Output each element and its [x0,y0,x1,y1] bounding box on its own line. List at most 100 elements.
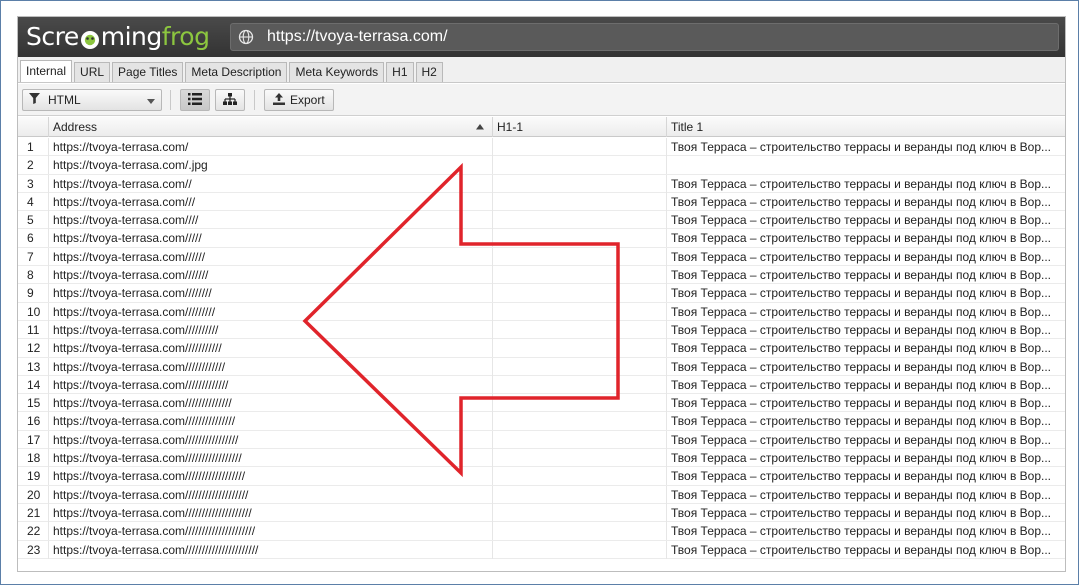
table-row[interactable]: 20 https://tvoya-terrasa.com/////////////… [18,485,1065,504]
row-number-cell: 14 [18,375,49,394]
address-cell: https://tvoya-terrasa.com//////// [49,284,493,303]
address-cell: https://tvoya-terrasa.com///////////////… [49,449,493,468]
address-cell: https://tvoya-terrasa.com///////////////… [49,503,493,522]
h1-cell [493,467,667,486]
title-cell: Твоя Терраса – строительство террасы и в… [671,505,1052,520]
table-row[interactable]: 16 https://tvoya-terrasa.com/////////////… [18,412,1065,431]
row-number-cell: 9 [18,284,49,303]
address-cell: https://tvoya-terrasa.com///////////////… [49,540,493,559]
row-number-cell: 15 [18,394,49,413]
results-table: Address H1-1 Title 1 1 https://tvoya-terr… [18,117,1065,571]
address-cell: https://tvoya-terrasa.com///////////////… [49,430,493,449]
address-cell: https://tvoya-terrasa.com///// [49,229,493,248]
table-row[interactable]: 10 https://tvoya-terrasa.com///////// Твоя… [18,302,1065,321]
header-h1[interactable]: H1-1 [493,117,667,137]
address-cell: https://tvoya-terrasa.com///////////// [49,375,493,394]
table-row[interactable]: 21 https://tvoya-terrasa.com/////////////… [18,503,1065,523]
table-row[interactable]: 15 https://tvoya-terrasa.com/////////////… [18,394,1065,413]
address-cell: https://tvoya-terrasa.com////////////// [49,394,493,413]
screaming-frog-window: Scre ming frog https://tvoya-terrasa.com… [17,16,1066,572]
row-number-cell: 5 [18,211,49,230]
table-row[interactable]: 1 https://tvoya-terrasa.com/Твоя Терраса … [18,138,1065,157]
table-row[interactable]: 9 https://tvoya-terrasa.com//////// Твоя Т… [18,284,1065,303]
tree-view-button[interactable] [215,89,245,111]
filter-icon [29,93,40,107]
table-row[interactable]: 22 https://tvoya-terrasa.com/////////////… [18,522,1065,541]
address-cell: https://tvoya-terrasa.com// [49,174,493,193]
app-logo: Scre ming frog [26,21,210,51]
h1-cell [493,357,667,376]
row-number-cell: 13 [18,357,49,376]
address-cell: https://tvoya-terrasa.com/////////// [49,339,493,358]
address-cell: https://tvoya-terrasa.com/////////////// [49,412,493,431]
tab-h1[interactable]: H1 [386,62,414,82]
address-cell: https://tvoya-terrasa.com///////////////… [49,522,493,541]
h1-cell [493,485,667,504]
title-cell: Твоя Терраса – строительство террасы и в… [671,377,1052,392]
tab-h2[interactable]: H2 [415,62,443,82]
title-cell: Твоя Терраса – строительство террасы и в… [671,176,1052,191]
tab-meta-keywords[interactable]: Meta Keywords [289,62,385,82]
h1-cell [493,375,667,394]
row-number-cell: 10 [18,302,49,321]
row-number-cell: 6 [18,229,49,248]
filter-dropdown[interactable]: HTML [22,89,162,111]
h1-cell [493,266,667,285]
filter-value: HTML [48,93,81,107]
address-cell: https://tvoya-terrasa.com/ [49,138,493,156]
h1-cell [493,540,667,559]
export-button[interactable]: Export [264,89,334,111]
header-address[interactable]: Address [49,117,493,137]
title-cell: Твоя Терраса – строительство террасы и в… [671,249,1052,264]
address-cell: https://tvoya-terrasa.com/.jpg [49,156,493,175]
title-cell: Твоя Терраса – строительство террасы и в… [671,396,1052,411]
row-number-cell: 7 [18,247,49,266]
url-bar[interactable]: https://tvoya-terrasa.com/ [230,23,1059,51]
table-row[interactable]: 12 https://tvoya-terrasa.com/////////// Тв… [18,339,1065,358]
h1-cell [493,394,667,413]
title-cell: Твоя Терраса – строительство террасы и в… [671,414,1052,429]
h1-cell [493,302,667,321]
table-header: Address H1-1 Title 1 [18,117,1065,137]
title-cell: Твоя Терраса – строительство террасы и в… [671,432,1052,447]
table-row[interactable]: 11 https://tvoya-terrasa.com////////// Тво… [18,320,1065,340]
table-row[interactable]: 13 https://tvoya-terrasa.com//////////// Т… [18,357,1065,376]
h1-cell [493,192,667,211]
tab-bar: Internal URL Page Titles Meta Descriptio… [18,57,1065,83]
top-bar: Scre ming frog https://tvoya-terrasa.com… [18,17,1065,57]
row-number-cell: 16 [18,412,49,431]
table-row[interactable]: 2 https://tvoya-terrasa.com/.jpg [18,156,1065,175]
tab-internal[interactable]: Internal [20,60,73,82]
h1-cell [493,503,667,522]
table-row[interactable]: 5 https://tvoya-terrasa.com//// Твоя Терра… [18,211,1065,230]
row-number-cell: 8 [18,266,49,285]
table-row[interactable]: 23 https://tvoya-terrasa.com/////////////… [18,540,1065,559]
address-cell: https://tvoya-terrasa.com///////// [49,302,493,321]
table-row[interactable]: 6 https://tvoya-terrasa.com///// Твоя Терр… [18,229,1065,248]
url-text[interactable]: https://tvoya-terrasa.com/ [267,28,448,46]
h1-cell [493,412,667,431]
table-row[interactable]: 19 https://tvoya-terrasa.com/////////////… [18,467,1065,486]
list-view-button[interactable] [180,89,210,111]
tab-page-titles[interactable]: Page Titles [112,62,184,82]
table-row[interactable]: 14 https://tvoya-terrasa.com/////////////… [18,375,1065,395]
row-number-cell: 17 [18,430,49,449]
table-row[interactable]: 8 https://tvoya-terrasa.com/////// Твоя Те… [18,266,1065,285]
table-row[interactable]: 18 https://tvoya-terrasa.com/////////////… [18,449,1065,468]
title-cell: Твоя Терраса – строительство террасы и в… [671,359,1052,374]
address-cell: https://tvoya-terrasa.com///////////////… [49,485,493,504]
row-number-cell: 20 [18,485,49,504]
table-row[interactable]: 4 https://tvoya-terrasa.com/// Твоя Террас… [18,192,1065,212]
tab-meta-description[interactable]: Meta Description [185,62,288,82]
tab-url[interactable]: URL [74,62,111,82]
table-row[interactable]: 3 https://tvoya-terrasa.com// Твоя Терраса… [18,174,1065,193]
title-cell: Твоя Терраса – строительство террасы и в… [671,542,1052,557]
title-cell: Твоя Терраса – строительство террасы и в… [671,140,1052,154]
header-title[interactable]: Title 1 [667,117,1065,137]
title-cell: Твоя Терраса – строительство террасы и в… [671,304,1052,319]
table-row[interactable]: 17 https://tvoya-terrasa.com/////////////… [18,430,1065,450]
h1-cell [493,430,667,449]
frog-logo-icon [80,27,100,49]
address-cell: https://tvoya-terrasa.com////// [49,247,493,266]
table-row[interactable]: 7 https://tvoya-terrasa.com////// Твоя Тер… [18,247,1065,267]
